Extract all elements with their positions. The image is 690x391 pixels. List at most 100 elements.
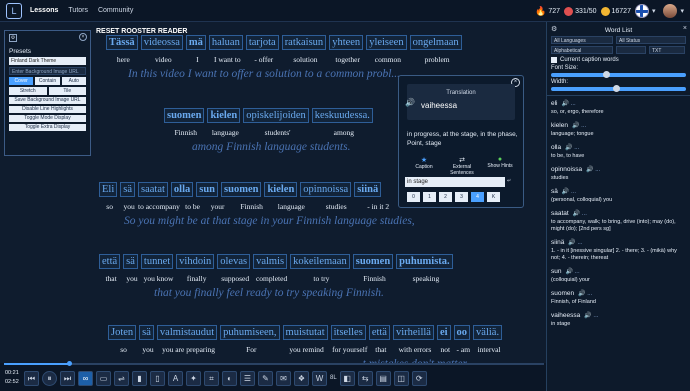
- speaker-icon[interactable]: 🔊 ...: [573, 210, 587, 217]
- close-icon[interactable]: ×: [683, 25, 687, 32]
- contain-button[interactable]: Contain: [35, 77, 60, 85]
- nav-lessons[interactable]: Lessons: [30, 7, 58, 14]
- tile-button[interactable]: Tile: [48, 87, 86, 95]
- font-size-slider[interactable]: [551, 71, 686, 78]
- finnish-word[interactable]: kielen: [207, 108, 241, 123]
- speed-label[interactable]: 8L: [330, 371, 337, 386]
- status-filter[interactable]: All Status: [616, 36, 686, 44]
- daily-goal[interactable]: 331/50: [564, 6, 597, 16]
- width-slider[interactable]: [551, 85, 686, 92]
- player-control-button[interactable]: ✦: [186, 371, 201, 386]
- sort-select[interactable]: Alphabetical: [551, 46, 613, 54]
- finnish-word[interactable]: tunnet: [140, 254, 174, 269]
- current-caption-checkbox[interactable]: Current caption words: [551, 57, 686, 63]
- progress-knob[interactable]: [66, 361, 72, 366]
- speaker-icon[interactable]: 🔊 ...: [565, 268, 579, 275]
- gear-icon[interactable]: ⚙: [551, 25, 557, 33]
- finnish-word[interactable]: sä: [139, 325, 154, 340]
- player-control-button[interactable]: W: [312, 371, 327, 386]
- finnish-word[interactable]: suomen: [221, 182, 262, 197]
- player-control-button[interactable]: ⟳: [411, 371, 427, 386]
- finnish-word[interactable]: videossa: [140, 35, 183, 50]
- finnish-word[interactable]: opiskelijoiden: [243, 108, 309, 123]
- finnish-word[interactable]: olla: [170, 182, 194, 197]
- word-entry[interactable]: sä 🔊 ... (personal, colloquial) you: [551, 188, 686, 204]
- player-control-button[interactable]: ▯: [150, 371, 165, 386]
- speaker-icon[interactable]: 🔊 ...: [586, 166, 600, 173]
- finland-flag-icon[interactable]: [634, 4, 649, 18]
- word-entry[interactable]: siinä 🔊 ... 1. - in it [inessive singular]…: [551, 239, 686, 262]
- player-control-button[interactable]: ▤: [375, 371, 391, 386]
- speaker-icon[interactable]: 🔊 ...: [562, 188, 576, 195]
- player-control-button[interactable]: ▮: [132, 371, 147, 386]
- finnish-word[interactable]: keskuudessa.: [311, 108, 373, 123]
- stretch-button[interactable]: Stretch: [9, 87, 47, 95]
- finnish-word[interactable]: suomen: [164, 108, 205, 123]
- enter-icon[interactable]: ↵: [507, 178, 511, 184]
- show-hints-option[interactable]: ● Show Hints: [483, 156, 517, 176]
- finnish-word[interactable]: olevas: [217, 254, 251, 269]
- nav-community[interactable]: Community: [98, 7, 133, 14]
- settings-icon[interactable]: ⚙: [9, 34, 17, 42]
- auto-button[interactable]: Auto: [61, 77, 86, 85]
- player-control-button[interactable]: ⇆: [357, 371, 373, 386]
- finnish-word[interactable]: yleiseen: [366, 35, 407, 50]
- progress-bar[interactable]: [4, 361, 544, 366]
- slider-knob[interactable]: [603, 71, 610, 78]
- finnish-word[interactable]: väliä.: [473, 325, 503, 340]
- meaning-input[interactable]: in stage: [405, 177, 505, 187]
- finnish-word[interactable]: ongelmaan: [409, 35, 462, 50]
- finnish-word[interactable]: muistutat: [282, 325, 328, 340]
- player-control-button[interactable]: ∞: [78, 371, 93, 386]
- speaker-icon[interactable]: 🔊 ...: [565, 144, 579, 151]
- finnish-word[interactable]: Tässä: [106, 35, 138, 50]
- cover-button[interactable]: Cover: [9, 77, 34, 85]
- level-4-button[interactable]: 4: [471, 192, 484, 202]
- save-bg-button[interactable]: Save Background Image URL: [9, 97, 86, 104]
- level-0-button[interactable]: 0: [407, 192, 420, 202]
- speaker-icon[interactable]: 🔊: [405, 98, 415, 107]
- player-control-button[interactable]: ✎: [258, 371, 273, 386]
- word-entry[interactable]: sun 🔊 ... (colloquial) your: [551, 268, 686, 284]
- word-entry[interactable]: kielen 🔊 ... language; tongue: [551, 122, 686, 138]
- finnish-word[interactable]: mä: [185, 35, 206, 50]
- finnish-word[interactable]: yhteen: [329, 35, 364, 50]
- external-sentences-option[interactable]: ⇄ External Sentences: [445, 156, 479, 176]
- player-control-button[interactable]: ▭: [96, 371, 111, 386]
- level-1-button[interactable]: 1: [423, 192, 436, 202]
- finnish-word[interactable]: itselles: [330, 325, 366, 340]
- finnish-word[interactable]: ei: [436, 325, 451, 340]
- speaker-icon[interactable]: 🔊 ...: [572, 122, 586, 129]
- finnish-word[interactable]: kielen: [264, 182, 298, 197]
- finnish-word[interactable]: suomen: [352, 254, 394, 269]
- toggle-mode-button[interactable]: Toggle Mode Display: [9, 115, 86, 122]
- finnish-word[interactable]: kokeilemaan: [290, 254, 350, 269]
- toggle-extra-button[interactable]: Toggle Extra Display: [9, 124, 86, 131]
- finnish-word[interactable]: sä: [120, 182, 135, 197]
- speaker-icon[interactable]: 🔊 ...: [562, 100, 576, 107]
- finnish-word[interactable]: haluan: [208, 35, 243, 50]
- player-control-button[interactable]: A: [168, 371, 183, 386]
- order-select[interactable]: [616, 46, 646, 54]
- finnish-word[interactable]: virheillä: [392, 325, 434, 340]
- chevron-down-icon[interactable]: ▾: [680, 7, 684, 15]
- avatar[interactable]: [663, 4, 678, 18]
- language-filter[interactable]: All Languages: [551, 36, 613, 44]
- finnish-word[interactable]: sä: [123, 254, 138, 269]
- finnish-word[interactable]: Eli: [99, 182, 118, 197]
- speaker-icon[interactable]: 🔊 ...: [578, 290, 592, 297]
- player-control-button[interactable]: ◫: [393, 371, 409, 386]
- disable-highlights-button[interactable]: Disable Line Highlights: [9, 106, 86, 113]
- finnish-word[interactable]: saatat: [138, 182, 168, 197]
- speaker-icon[interactable]: 🔊 ...: [584, 312, 598, 319]
- player-control-button[interactable]: ◧: [339, 371, 355, 386]
- level-known-button[interactable]: K: [487, 192, 500, 202]
- player-control-button[interactable]: ☰: [240, 371, 255, 386]
- app-logo-icon[interactable]: L: [6, 2, 22, 19]
- finnish-word[interactable]: vihdoin: [176, 254, 215, 269]
- finnish-word[interactable]: puhumiseen,: [220, 325, 280, 340]
- finnish-word[interactable]: puhumista.: [396, 254, 453, 269]
- coin-counter[interactable]: 16727: [600, 6, 631, 16]
- word-entry[interactable]: saatat 🔊 ... to accompany, walk; to bring,…: [551, 210, 686, 233]
- streak-counter[interactable]: 🔥 727: [535, 6, 560, 17]
